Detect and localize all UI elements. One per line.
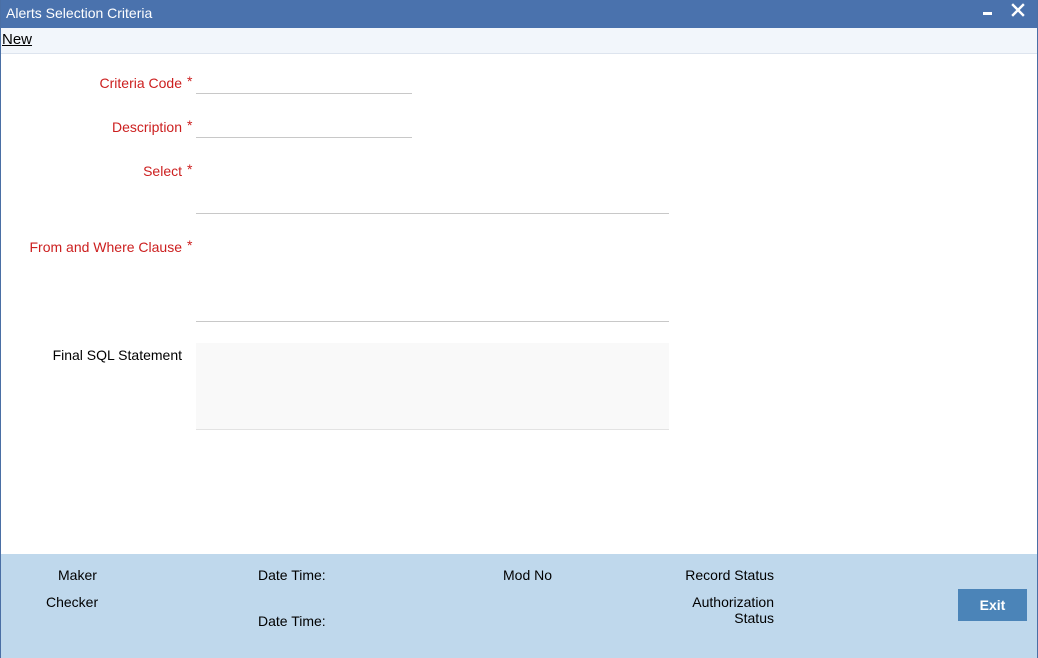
new-link[interactable]: New [2, 32, 32, 48]
close-button[interactable] [1007, 0, 1029, 26]
maker-datetime-label: Date Time: [258, 567, 326, 583]
description-required-mark: * [187, 117, 193, 133]
final-sql-statement-box [196, 343, 669, 430]
select-textarea[interactable] [196, 160, 669, 214]
from-where-clause-label: From and Where Clause [29, 239, 182, 255]
title-bar: Alerts Selection Criteria [1, 0, 1037, 28]
description-input[interactable] [196, 119, 412, 138]
alerts-selection-criteria-window: Alerts Selection Criteria New Criteria C… [0, 0, 1038, 658]
record-status-label: Record Status [685, 567, 774, 583]
maker-label: Maker [58, 567, 97, 583]
authorization-status-label-line1: Authorization [692, 594, 774, 610]
authorization-status-label-line2: Status [734, 610, 774, 626]
mod-no-label: Mod No [503, 567, 553, 583]
final-sql-statement-label: Final SQL Statement [52, 347, 182, 363]
minimize-icon [983, 12, 992, 15]
exit-button[interactable]: Exit [958, 589, 1027, 621]
toolbar: New [1, 28, 1037, 54]
criteria-code-label: Criteria Code [99, 75, 182, 91]
from-where-clause-required-mark: * [187, 237, 193, 253]
from-where-clause-textarea[interactable] [196, 236, 669, 322]
close-icon [1011, 3, 1025, 17]
window-title: Alerts Selection Criteria [6, 5, 153, 21]
minimize-button[interactable] [977, 0, 999, 26]
criteria-code-input[interactable] [196, 75, 412, 94]
checker-datetime-label: Date Time: [258, 613, 326, 629]
select-required-mark: * [187, 161, 193, 177]
audit-footer: Maker Checker Date Time: Date Time: Mod … [1, 554, 1037, 658]
description-label: Description [111, 119, 182, 135]
select-label: Select [143, 163, 182, 179]
criteria-code-required-mark: * [187, 73, 193, 89]
checker-label: Checker [46, 594, 99, 610]
